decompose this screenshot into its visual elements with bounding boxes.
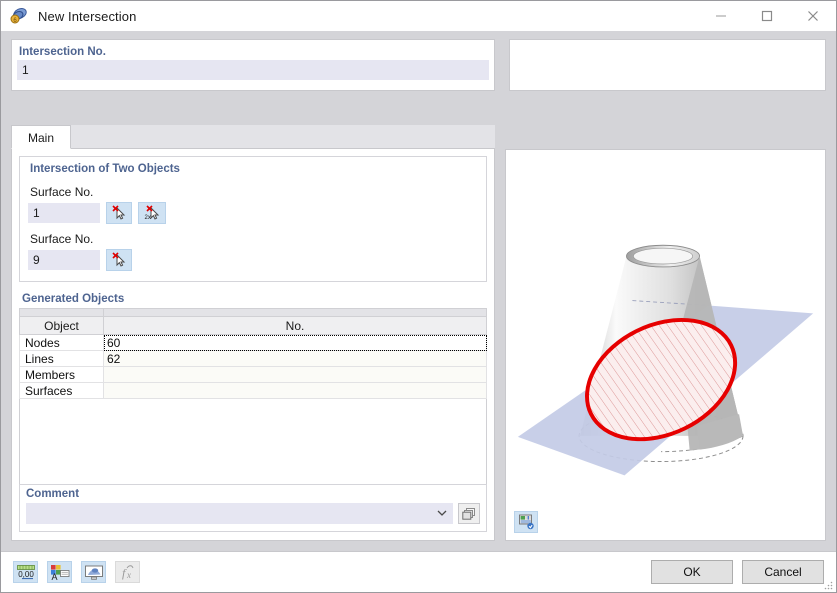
table-row[interactable]: Members <box>19 366 487 383</box>
surface1-row: 2x <box>28 202 478 224</box>
footer-button-group: OK Cancel <box>651 560 824 584</box>
cell-object: Members <box>19 366 104 383</box>
surface2-input[interactable] <box>28 250 100 270</box>
table-row[interactable]: Lines 62 <box>19 350 487 367</box>
table-top-spacer <box>19 308 487 317</box>
surface1-input[interactable] <box>28 203 100 223</box>
cell-no[interactable]: 60 <box>103 334 487 351</box>
intersection-no-group: Intersection No. <box>11 39 495 91</box>
main-tab-panel: Intersection of Two Objects Surface No. <box>11 149 495 541</box>
generated-objects-group: Generated Objects Object No. Nodes 60 Li… <box>19 291 487 509</box>
maximize-button[interactable] <box>744 1 790 31</box>
new-intersection-dialog: 6 New Intersection Intersection No. 1 Ma… <box>0 0 837 593</box>
decimal-places-icon[interactable]: 0,00 <box>13 561 38 583</box>
close-button[interactable] <box>790 1 836 31</box>
cell-object: Nodes <box>19 334 104 351</box>
comment-group: Comment <box>19 484 487 532</box>
comment-row <box>26 503 480 524</box>
dialog-body: Intersection No. Main Intersection of Tw… <box>1 31 836 551</box>
graphic-preview-panel[interactable] <box>505 149 826 541</box>
intersection-no-label: Intersection No. <box>19 46 106 58</box>
svg-text:x: x <box>126 570 131 580</box>
table-row[interactable]: Nodes 60 <box>19 334 487 351</box>
ok-button[interactable]: OK <box>651 560 733 584</box>
top-row: Intersection No. <box>11 39 826 91</box>
cancel-button[interactable]: Cancel <box>742 560 824 584</box>
cell-object: Surfaces <box>19 382 104 399</box>
render-settings-icon[interactable] <box>514 511 538 533</box>
title-bar: 6 New Intersection <box>1 1 836 31</box>
header-preview-panel <box>509 39 826 91</box>
generated-objects-table: Object No. Nodes 60 Lines 62 Members Sur… <box>19 308 487 399</box>
intersection-no-field-line <box>17 60 489 80</box>
generated-objects-label: Generated Objects <box>22 293 125 305</box>
cell-no[interactable] <box>103 382 487 399</box>
pick-single-icon[interactable] <box>106 202 132 224</box>
resize-grip[interactable] <box>823 579 833 590</box>
column-header-no: No. <box>103 316 487 335</box>
dialog-footer: 0,00 A f x OK Cancel <box>1 551 836 592</box>
chevron-down-icon[interactable] <box>436 508 448 520</box>
visibility-icon[interactable] <box>81 561 106 583</box>
cell-no[interactable]: 62 <box>103 350 487 367</box>
table-header-row: Object No. <box>19 316 487 335</box>
window-title: New Intersection <box>38 8 137 24</box>
table-row[interactable]: Surfaces <box>19 382 487 399</box>
surface2-row <box>28 249 478 271</box>
intersection-no-input[interactable] <box>17 60 489 80</box>
display-properties-icon[interactable]: A <box>47 561 72 583</box>
svg-text:0,00: 0,00 <box>18 570 34 579</box>
cell-object: Lines <box>19 350 104 367</box>
comment-library-icon[interactable] <box>458 503 480 524</box>
intersection-of-two-objects-group: Intersection of Two Objects Surface No. <box>19 156 487 282</box>
formula-icon: f x <box>115 561 140 583</box>
surface1-label: Surface No. <box>30 185 94 199</box>
cell-no[interactable] <box>103 366 487 383</box>
minimize-button[interactable] <box>698 1 744 31</box>
window-controls <box>698 1 836 31</box>
tab-main[interactable]: Main <box>11 125 72 149</box>
footer-tool-group: 0,00 A f x <box>13 561 140 583</box>
column-header-object: Object <box>19 316 104 335</box>
pick-single-icon[interactable] <box>106 249 132 271</box>
tab-strip: Main <box>11 125 495 149</box>
intersection-of-two-objects-label: Intersection of Two Objects <box>30 163 180 175</box>
svg-text:A: A <box>51 572 57 581</box>
pick-multiple-icon[interactable]: 2x <box>138 202 166 224</box>
intersection-3d-graphic <box>517 244 814 476</box>
surface2-label: Surface No. <box>30 232 94 246</box>
intersection-icon: 6 <box>8 6 30 26</box>
svg-text:2x: 2x <box>145 215 151 221</box>
comment-combo[interactable] <box>26 503 453 524</box>
comment-label: Comment <box>26 488 80 500</box>
